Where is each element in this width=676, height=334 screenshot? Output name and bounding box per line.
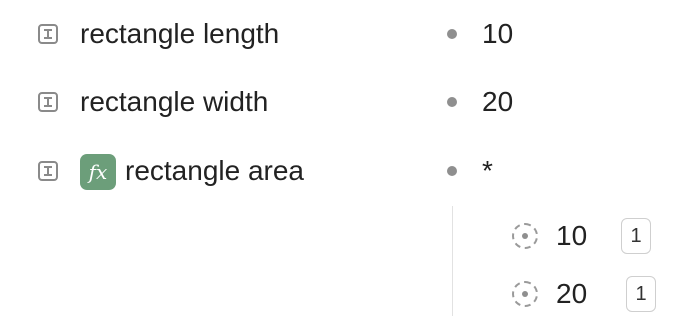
formula-badge-icon: fx xyxy=(80,154,116,190)
property-name: rectangle area xyxy=(125,155,305,186)
property-row-width[interactable]: rectangle width 20 xyxy=(0,82,676,122)
bullet-icon xyxy=(447,166,457,176)
operand-value: 10 xyxy=(556,220,588,251)
text-property-icon xyxy=(38,92,58,112)
text-property-icon xyxy=(38,24,58,44)
property-name: rectangle length xyxy=(80,18,280,49)
property-value[interactable]: 20 xyxy=(482,82,513,122)
text-property-icon xyxy=(38,161,58,181)
count-badge[interactable]: 1 xyxy=(621,218,651,254)
formula-operator[interactable]: * xyxy=(482,151,493,191)
operand-row[interactable]: 10 1 xyxy=(0,216,676,256)
count-badge[interactable]: 1 xyxy=(626,276,656,312)
property-name: rectangle width xyxy=(80,86,269,117)
reference-icon xyxy=(512,281,538,307)
operand-value: 20 xyxy=(556,278,588,309)
property-row-area[interactable]: fx rectangle area * xyxy=(0,151,676,191)
property-row-length[interactable]: rectangle length 10 xyxy=(0,14,676,54)
reference-icon xyxy=(512,223,538,249)
operand-row[interactable]: 20 1 xyxy=(0,274,676,314)
bullet-icon xyxy=(447,29,457,39)
bullet-icon xyxy=(447,97,457,107)
property-value[interactable]: 10 xyxy=(482,14,513,54)
